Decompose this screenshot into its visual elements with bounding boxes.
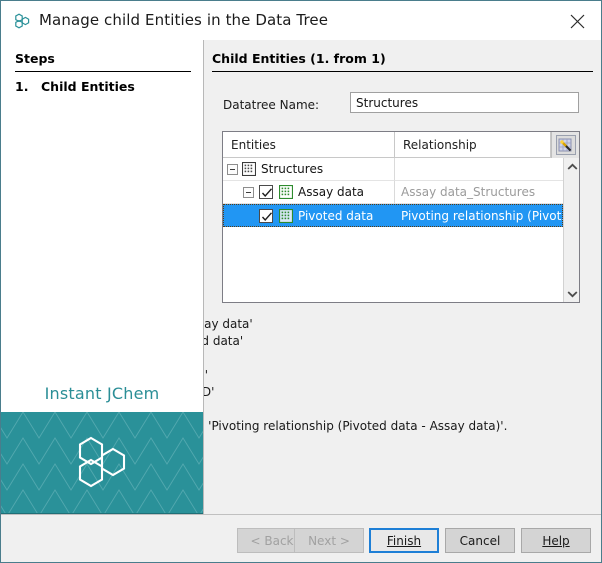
dialog-button-bar: < Back Next > Finish Cancel Help xyxy=(1,514,601,562)
table-vertical-scrollbar[interactable] xyxy=(563,158,579,302)
step-item-child-entities: 1.Child Entities xyxy=(15,79,195,94)
cell-entities[interactable]: Structures xyxy=(223,158,395,181)
close-icon[interactable] xyxy=(562,7,592,35)
table-grid-icon xyxy=(279,209,293,223)
table-grid-icon xyxy=(279,185,293,199)
node-label: Pivoted data xyxy=(298,209,373,223)
datatree-name-label: Datatree Name: xyxy=(223,98,319,112)
row-checkbox[interactable] xyxy=(259,185,273,199)
window-title: Manage child Entities in the Data Tree xyxy=(39,11,328,29)
page-title-divider xyxy=(212,71,593,72)
finish-button-label: Finish xyxy=(387,534,421,548)
row-checkbox[interactable] xyxy=(259,209,273,223)
cell-entities[interactable]: Assay data xyxy=(223,181,395,204)
entities-table: Entities Relationship xyxy=(222,131,580,303)
finish-button[interactable]: Finish xyxy=(369,528,439,553)
hexagon-molecule-logo xyxy=(71,430,135,494)
table-header-row: Entities Relationship xyxy=(223,132,579,158)
cell-entities[interactable]: Pivoted data xyxy=(223,204,395,227)
title-bar: Manage child Entities in the Data Tree xyxy=(1,1,601,40)
help-button-label: Help xyxy=(542,534,569,548)
table-body: Structures xyxy=(223,158,563,302)
datatree-name-input[interactable] xyxy=(350,92,579,113)
brand-artwork xyxy=(1,412,203,516)
table-row-selected[interactable]: Pivoted data Pivoting relationship (Pivo… xyxy=(223,204,563,227)
log-message-text: g entity 'Assay data' ntity 'Pivoted dat… xyxy=(204,316,600,435)
chevron-up-icon[interactable] xyxy=(564,158,580,175)
back-button-label: < Back xyxy=(250,534,293,548)
content-panel: Child Entities (1. from 1) Datatree Name… xyxy=(203,40,601,514)
expander-collapse-icon[interactable] xyxy=(243,187,254,198)
magic-wand-grid-icon[interactable] xyxy=(556,135,576,155)
node-label: Structures xyxy=(261,162,323,176)
steps-panel: Steps 1.Child Entities Instant JChem xyxy=(1,40,203,514)
column-chooser-cell xyxy=(551,132,579,158)
next-button[interactable]: Next > xyxy=(294,528,364,553)
column-header-entities[interactable]: Entities xyxy=(223,132,395,158)
cancel-button-label: Cancel xyxy=(460,534,501,548)
help-button[interactable]: Help xyxy=(521,528,591,553)
steps-divider xyxy=(15,71,191,72)
node-label: Assay data xyxy=(298,185,364,199)
cell-relationship[interactable]: Assay data_Structures xyxy=(395,181,563,204)
cancel-button[interactable]: Cancel xyxy=(445,528,515,553)
table-grid-icon xyxy=(242,162,256,176)
step-number: 1. xyxy=(15,79,41,94)
column-header-relationship[interactable]: Relationship xyxy=(395,132,551,158)
brand-name: Instant JChem xyxy=(1,384,203,403)
cell-relationship[interactable] xyxy=(395,158,563,181)
hexagon-molecule-icon xyxy=(12,11,32,31)
next-button-label: Next > xyxy=(308,534,350,548)
dialog-window: Manage child Entities in the Data Tree S… xyxy=(0,0,602,563)
table-row[interactable]: Assay data Assay data_Structures xyxy=(223,181,563,204)
table-row[interactable]: Structures xyxy=(223,158,563,181)
step-label: Child Entities xyxy=(41,79,135,94)
log-message-area: g entity 'Assay data' ntity 'Pivoted dat… xyxy=(204,312,600,472)
page-title: Child Entities (1. from 1) xyxy=(212,51,386,66)
steps-heading: Steps xyxy=(15,51,55,66)
chevron-down-icon[interactable] xyxy=(564,285,580,302)
expander-collapse-icon[interactable] xyxy=(227,164,238,175)
cell-relationship[interactable]: Pivoting relationship (Pivot... xyxy=(395,204,563,227)
